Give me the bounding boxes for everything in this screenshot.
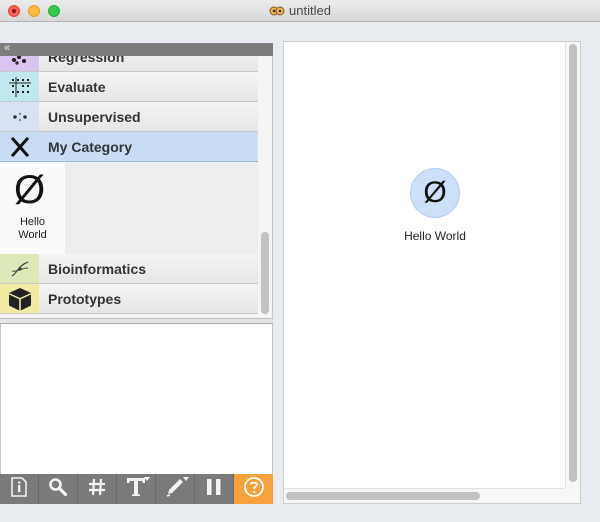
- chevron-down-icon: [183, 477, 189, 481]
- hello-world-node[interactable]: Ø: [410, 168, 460, 218]
- orange-icon: [269, 4, 285, 17]
- window-title: untitled: [0, 3, 600, 18]
- widget-toolbox: Regression Evaluate Unsupervised My Cate…: [0, 56, 273, 318]
- category-prototypes[interactable]: Prototypes: [0, 284, 258, 314]
- canvas-horizontal-scrollbar[interactable]: [284, 488, 566, 503]
- category-label: Regression: [48, 56, 125, 65]
- cube-icon: [0, 284, 39, 313]
- double-chevron-left-icon[interactable]: «: [4, 42, 10, 55]
- pause-icon: [205, 477, 223, 502]
- category-unsupervised[interactable]: Unsupervised: [0, 102, 258, 132]
- category-regression[interactable]: Regression: [0, 56, 258, 72]
- info-icon: [10, 476, 28, 502]
- node-label[interactable]: Hello World: [380, 229, 490, 243]
- pause-button[interactable]: [195, 474, 234, 504]
- regression-icon: [0, 56, 39, 71]
- grid-button[interactable]: [78, 474, 117, 504]
- widget-label: Hello World: [0, 216, 65, 242]
- widget-hello-world[interactable]: Ø Hello World: [0, 162, 65, 254]
- category-label: Unsupervised: [48, 109, 141, 125]
- category-label: Prototypes: [48, 291, 122, 307]
- canvas-tools-bar: [0, 474, 273, 504]
- help-button[interactable]: [234, 474, 273, 504]
- canvas-vertical-scrollbar-thumb[interactable]: [569, 44, 577, 482]
- help-icon: [243, 476, 265, 503]
- evaluate-icon: [0, 72, 39, 101]
- empty-set-icon: Ø: [14, 168, 46, 212]
- unsupervised-icon: [0, 102, 39, 131]
- text-annotation-button[interactable]: [117, 474, 156, 504]
- search-button[interactable]: [39, 474, 78, 504]
- category-widgets: Ø Hello World: [0, 162, 258, 254]
- canvas-horizontal-scrollbar-thumb[interactable]: [286, 492, 480, 500]
- title-bar: untitled: [0, 0, 600, 22]
- widget-label-line2: World: [18, 229, 47, 241]
- category-evaluate[interactable]: Evaluate: [0, 72, 258, 102]
- draw-button[interactable]: [156, 474, 195, 504]
- scrollbar-corner: [565, 488, 580, 503]
- toolbox-scrollbar[interactable]: [258, 56, 272, 318]
- category-my-category[interactable]: My Category: [0, 132, 258, 162]
- widget-label-line1: Hello: [19, 216, 46, 228]
- chevron-down-icon: [144, 477, 150, 481]
- category-label: My Category: [48, 139, 133, 155]
- hash-icon: [87, 477, 107, 502]
- category-bioinformatics[interactable]: Bioinformatics: [0, 254, 258, 284]
- category-label: Bioinformatics: [48, 261, 147, 277]
- info-button[interactable]: [0, 474, 39, 504]
- bioinformatics-icon: [0, 254, 39, 283]
- window-title-text: untitled: [289, 3, 331, 18]
- widget-info-pane: [0, 324, 273, 474]
- x-icon: [0, 132, 39, 161]
- dock-header: «: [0, 42, 273, 56]
- search-icon: [48, 477, 68, 502]
- toolbox-scrollbar-thumb[interactable]: [261, 232, 269, 314]
- empty-set-icon: Ø: [423, 176, 447, 209]
- workflow-canvas[interactable]: Ø Hello World: [283, 41, 581, 504]
- canvas-vertical-scrollbar[interactable]: [565, 42, 580, 489]
- category-label: Evaluate: [48, 79, 106, 95]
- pen-icon: [165, 477, 185, 502]
